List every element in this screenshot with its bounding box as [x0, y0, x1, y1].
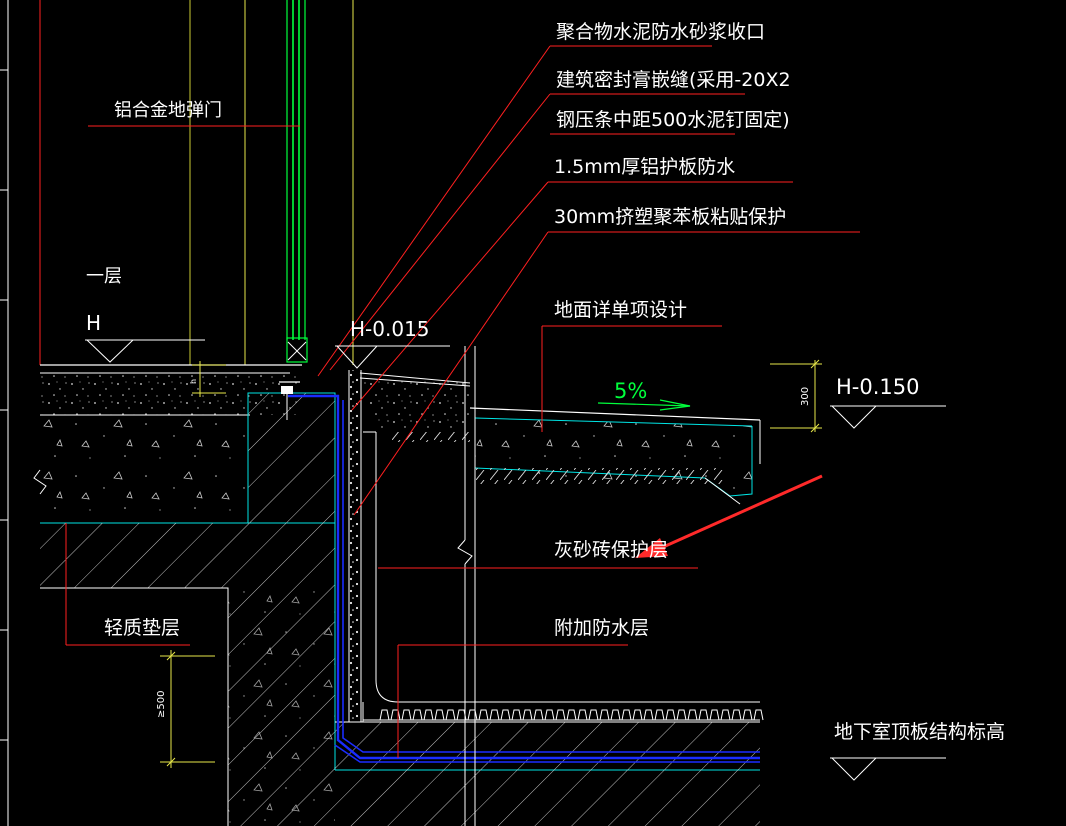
drainage-dimple: [379, 709, 390, 721]
drainage-dimple: [720, 709, 731, 721]
label-roof-slab-elev: 地下室顶板结构标高: [834, 721, 1005, 743]
drainage-dimple: [577, 709, 588, 721]
label-al-door: 铝合金地弹门: [114, 100, 222, 121]
drainage-dimple: [533, 709, 544, 721]
drainage-dimple: [423, 709, 434, 721]
drainage-dimple: [555, 709, 566, 721]
label-floor-design: 地面详单项设计: [554, 299, 687, 321]
label-first-floor: 一层: [86, 266, 122, 287]
label-brick-protection: 灰砂砖保护层: [554, 539, 668, 561]
drainage-dimple: [643, 709, 654, 721]
drainage-dimple: [588, 709, 599, 721]
drainage-dimple: [522, 709, 533, 721]
drainage-dimple: [676, 709, 687, 721]
dimension-500: [160, 650, 215, 768]
outdoor-ground-slab: [359, 372, 761, 505]
elevation-marker-h: [85, 339, 205, 363]
drainage-dimple: [478, 709, 489, 721]
elevation-marker-h-0015: [335, 345, 450, 369]
left-ruler: [0, 0, 9, 826]
label-light-fill: 轻质垫层: [104, 617, 180, 639]
label-sealant-line1: 建筑密封膏嵌缝(采用-20X2: [556, 68, 791, 91]
drainage-dimple: [709, 709, 720, 721]
elevation-marker-roof-slab: [830, 757, 946, 781]
drainage-dimple: [665, 709, 676, 721]
drainage-dimple: [742, 709, 753, 721]
xps-board-strip: [348, 370, 362, 722]
drainage-dimple: [698, 709, 709, 721]
drainage-dimple: [434, 709, 445, 721]
label-xps-board: 30mm挤塑聚苯板粘贴保护: [554, 206, 786, 228]
drainage-dimple: [731, 709, 742, 721]
dimension-300: [770, 359, 822, 433]
drainage-dimple: [753, 709, 764, 721]
label-extra-waterproof: 附加防水层: [554, 617, 649, 639]
dimension-300-text: 300: [800, 387, 811, 406]
construction-detail-drawing: 聚合物水泥防水砂浆收口 建筑密封膏嵌缝(采用-20X2 钢压条中距500水泥钉固…: [0, 0, 1005, 826]
drainage-dimple: [500, 709, 511, 721]
drainage-dimple: [610, 709, 621, 721]
dimension-500-text: ≥500: [156, 691, 167, 718]
drainage-dimple: [654, 709, 665, 721]
drainage-dimple: [621, 709, 632, 721]
drainage-dimple: [511, 709, 522, 721]
drainage-dimple: [566, 709, 577, 721]
label-aluminum-plate: 1.5mm厚铝护板防水: [554, 156, 735, 178]
drainage-dimple: [632, 709, 643, 721]
drainage-dimple: [412, 709, 423, 721]
label-mortar-edge: 聚合物水泥防水砂浆收口: [556, 21, 765, 43]
drainage-dimple: [445, 709, 456, 721]
drainage-dimple: [401, 709, 412, 721]
slope-text: 5%: [614, 379, 647, 403]
elevation-h-0015: H-0.015: [350, 317, 430, 341]
drainage-dimple: [687, 709, 698, 721]
drainage-dimple: [390, 709, 401, 721]
aluminum-door-frame: [279, 0, 308, 420]
drainage-dimple: [544, 709, 555, 721]
elevation-marker-h-0150: [830, 405, 946, 429]
drainage-dimple: [467, 709, 478, 721]
drainage-dimple: [599, 709, 610, 721]
elevation-h: H: [86, 311, 101, 335]
label-sealant-line2: 钢压条中距500水泥钉固定): [556, 109, 790, 131]
elevation-h-0150: H-0.150: [836, 375, 920, 399]
drainage-board: [363, 709, 764, 721]
dimension-h-text: h: [189, 379, 198, 384]
drainage-dimple: [489, 709, 500, 721]
